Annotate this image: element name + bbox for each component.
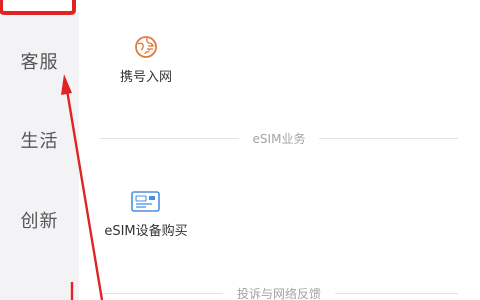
section-title: eSIM业务: [252, 131, 306, 146]
sidebar-active-tab[interactable]: [0, 0, 79, 12]
sidebar-item-customer-service[interactable]: 客服: [0, 48, 79, 74]
divider-line: [100, 292, 223, 294]
divider-line: [319, 137, 458, 139]
category-sidebar: 客服 生活 创新: [0, 0, 79, 300]
section-divider-complaints: 投诉与网络反馈: [100, 286, 459, 300]
tile-esim-device-purchase[interactable]: eSIM设备购买: [96, 190, 196, 239]
globe-transfer-icon: [135, 36, 157, 58]
esim-card-icon: [131, 191, 160, 212]
section-title: 投诉与网络反馈: [237, 286, 322, 300]
tile-number-porting[interactable]: 携号入网: [106, 34, 186, 85]
tile-label: 携号入网: [119, 70, 172, 85]
divider-line: [335, 292, 459, 294]
sidebar-item-label: 客服: [20, 52, 59, 73]
sidebar-item-label: 创新: [20, 211, 59, 232]
tile-label: eSIM设备购买: [104, 224, 188, 239]
sidebar-item-label: 生活: [20, 131, 59, 152]
divider-line: [100, 137, 239, 139]
sidebar-item-innovation[interactable]: 创新: [0, 207, 79, 233]
sidebar-item-life[interactable]: 生活: [0, 127, 79, 153]
section-divider-esim: eSIM业务: [100, 131, 458, 146]
